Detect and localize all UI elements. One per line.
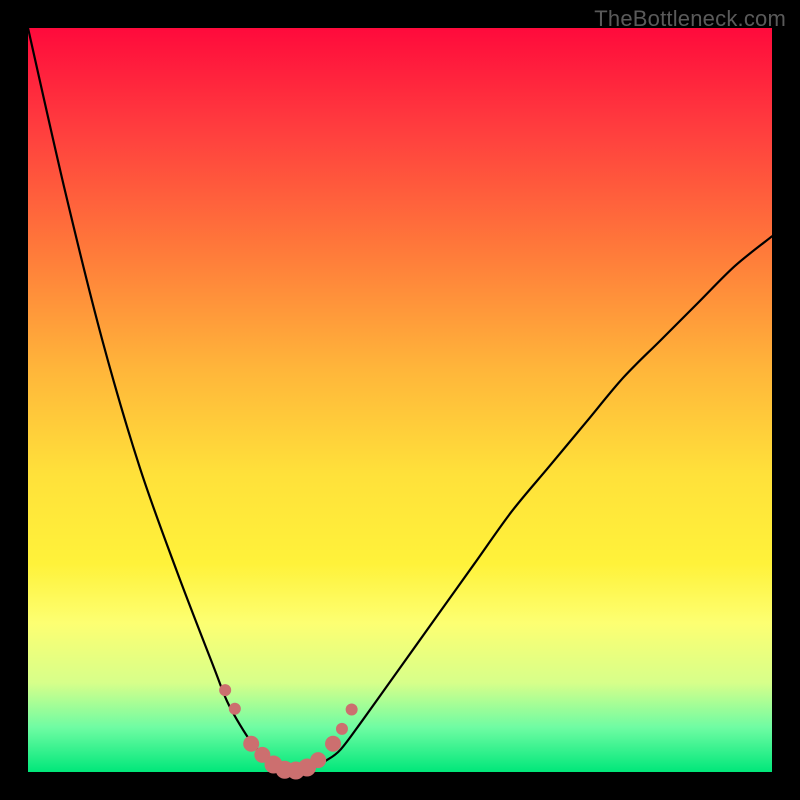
marker-dot — [325, 736, 341, 752]
chart-svg — [28, 28, 772, 772]
bottleneck-curve — [28, 28, 772, 772]
watermark-text: TheBottleneck.com — [594, 6, 786, 32]
marker-dot — [346, 704, 358, 716]
marker-dot — [336, 723, 348, 735]
marker-dot — [229, 703, 241, 715]
plot-area — [28, 28, 772, 772]
marker-dot — [310, 752, 326, 768]
marker-group — [219, 684, 357, 779]
chart-frame: TheBottleneck.com — [0, 0, 800, 800]
marker-dot — [219, 684, 231, 696]
